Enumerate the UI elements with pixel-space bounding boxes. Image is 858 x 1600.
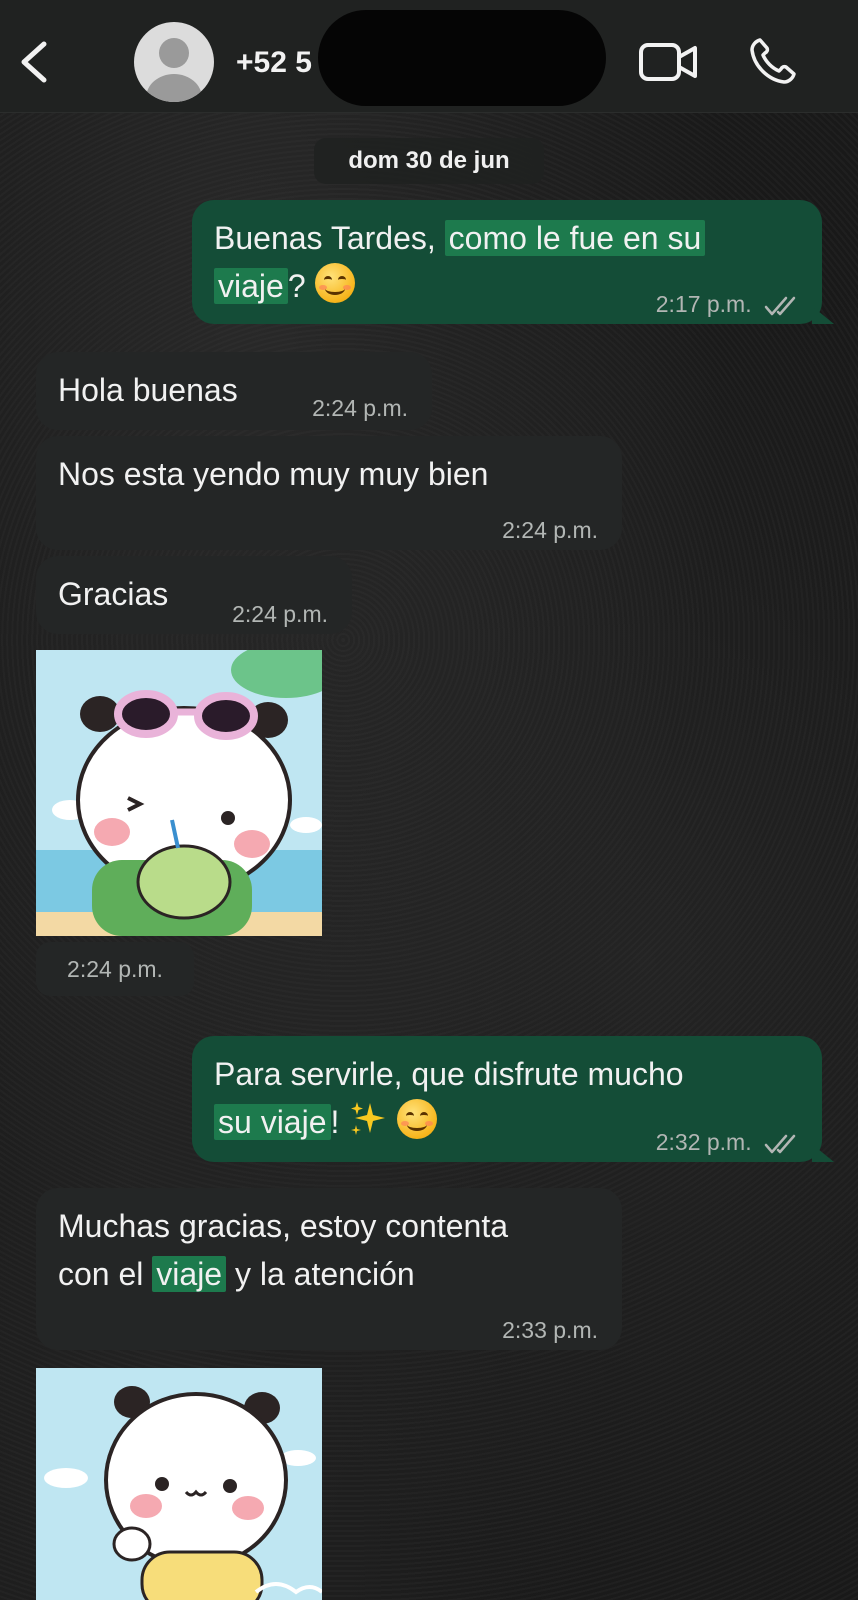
bubble-tail	[812, 1144, 834, 1162]
double-check-icon	[764, 296, 796, 316]
sticker-image	[36, 1368, 322, 1600]
message-text: Hola buenas	[58, 372, 238, 408]
redaction-mark	[318, 10, 606, 106]
message-text-part: Buenas Tardes,	[214, 220, 445, 256]
message-text-part: !	[330, 1104, 340, 1140]
message-time: 2:17 p.m.	[655, 291, 752, 317]
video-camera-icon	[639, 43, 697, 81]
chat-header: +52 5	[0, 0, 858, 113]
double-check-icon	[764, 1134, 796, 1154]
avatar[interactable]	[134, 22, 214, 102]
message-text-part: Muchas gracias, estoy contenta	[58, 1208, 509, 1244]
search-highlight: viaje	[152, 1256, 227, 1292]
outgoing-message[interactable]: Buenas Tardes, como le fue en su viaje? …	[192, 200, 822, 324]
back-button[interactable]	[14, 38, 54, 86]
message-text-part: con el	[58, 1256, 153, 1292]
message-meta: 2:17 p.m.	[656, 280, 798, 328]
voice-call-button[interactable]	[748, 36, 798, 86]
sparkles-emoji-icon	[351, 1102, 386, 1135]
message-time: 2:24 p.m.	[312, 395, 408, 421]
bubble-tail	[812, 306, 834, 324]
message-meta: 2:32 p.m.	[656, 1118, 798, 1166]
incoming-message[interactable]: Hola buenas 2:24 p.m.	[36, 352, 432, 430]
message-text: Muchas gracias, estoy contenta con el vi…	[58, 1202, 618, 1298]
video-call-button[interactable]	[638, 40, 700, 84]
message-time: 2:24 p.m.	[502, 517, 598, 543]
incoming-message[interactable]: Muchas gracias, estoy contenta con el vi…	[36, 1188, 622, 1350]
person-placeholder-icon	[146, 38, 202, 102]
search-highlight: su viaje	[214, 1104, 331, 1140]
sticker-image	[36, 650, 322, 936]
incoming-message[interactable]: Gracias 2:24 p.m.	[36, 556, 352, 634]
message-time: 2:32 p.m.	[655, 1129, 752, 1155]
sticker-time: 2:24 p.m.	[36, 942, 194, 996]
panda-waving-sticker[interactable]	[36, 1368, 322, 1600]
message-text: Gracias	[58, 576, 169, 612]
date-separator: dom 30 de jun	[314, 138, 544, 184]
search-highlight: como le fue en su	[444, 220, 706, 256]
message-time: 2:24 p.m.	[232, 601, 328, 627]
smiling-face-emoji-icon	[314, 263, 355, 303]
chevron-left-icon	[21, 41, 47, 83]
smiling-face-emoji-icon	[397, 1099, 438, 1139]
message-time: 2:33 p.m.	[502, 1317, 598, 1343]
phone-icon	[750, 38, 796, 84]
message-text-part: ?	[287, 268, 306, 304]
incoming-message[interactable]: Nos esta yendo muy muy bien 2:24 p.m.	[36, 436, 622, 550]
message-text-part: y la atención	[226, 1256, 415, 1292]
message-text-part: Para servirle, que disfrute mucho	[214, 1056, 684, 1092]
message-text: Nos esta yendo muy muy bien	[58, 456, 489, 492]
search-highlight: viaje	[214, 268, 288, 304]
outgoing-message[interactable]: Para servirle, que disfrute mucho su via…	[192, 1036, 822, 1162]
panda-beach-coconut-sticker[interactable]	[36, 650, 322, 936]
contact-name[interactable]: +52 5	[236, 46, 312, 80]
